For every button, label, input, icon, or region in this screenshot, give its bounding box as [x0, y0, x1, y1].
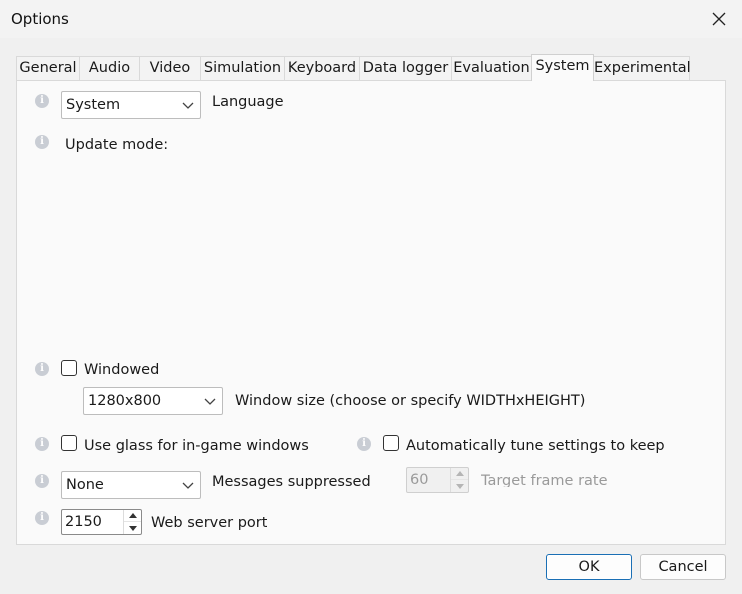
language-label: Language [212, 94, 284, 110]
tab-simulation[interactable]: Simulation [200, 56, 285, 80]
caret-down-icon [128, 525, 137, 531]
caret-up-icon [455, 471, 464, 476]
web-port-value: 2150 [65, 514, 102, 530]
auto-tune-label: Automatically tune settings to keep [406, 438, 665, 453]
tab-system[interactable]: System [531, 54, 594, 81]
options-dialog: Options General Audio Video Simulation K… [0, 0, 742, 594]
language-select-value: System [66, 97, 121, 113]
frame-rate-spinner[interactable]: 60 [406, 467, 469, 493]
tab-evaluation[interactable]: Evaluation [451, 56, 532, 80]
messages-label: Messages suppressed [212, 474, 371, 490]
update-mode-label: Update mode: [65, 137, 169, 152]
spin-up-button[interactable] [451, 468, 468, 480]
ok-button[interactable]: OK [546, 554, 632, 580]
info-icon[interactable]: i [35, 362, 49, 376]
info-icon[interactable]: i [35, 474, 49, 488]
tab-video[interactable]: Video [139, 56, 201, 80]
spin-down-button[interactable] [124, 522, 141, 534]
window-size-label: Window size (choose or specify WIDTHxHEI… [235, 393, 586, 408]
caret-up-icon [128, 513, 137, 518]
tab-audio[interactable]: Audio [79, 56, 140, 80]
window-size-select[interactable]: 1280x800 [83, 387, 223, 415]
web-port-spinner[interactable]: 2150 [61, 509, 142, 535]
messages-select[interactable]: None [61, 471, 201, 499]
frame-rate-label: Target frame rate [481, 473, 608, 487]
chevron-down-icon [182, 102, 194, 109]
windowed-label: Windowed [84, 362, 160, 378]
info-icon[interactable]: i [35, 135, 49, 149]
window-title: Options [11, 10, 69, 28]
spin-down-button[interactable] [451, 480, 468, 492]
title-bar: Options [0, 0, 742, 38]
window-size-value: 1280x800 [88, 393, 162, 409]
spin-up-button[interactable] [124, 510, 141, 522]
info-icon[interactable]: i [357, 437, 371, 451]
close-button[interactable] [700, 2, 738, 36]
auto-tune-checkbox[interactable] [383, 435, 399, 451]
glass-checkbox[interactable] [61, 435, 77, 451]
messages-select-value: None [66, 477, 104, 493]
glass-label: Use glass for in-game windows [84, 438, 309, 453]
info-icon[interactable]: i [35, 437, 49, 451]
info-icon[interactable]: i [35, 511, 49, 525]
close-icon [712, 12, 726, 26]
spinner-arrows [450, 468, 468, 492]
chevron-down-icon [204, 398, 216, 405]
chevron-down-icon [182, 482, 194, 489]
cancel-button[interactable]: Cancel [640, 554, 726, 580]
caret-down-icon [455, 483, 464, 489]
web-port-label: Web server port [151, 515, 268, 530]
tab-data-logger[interactable]: Data logger [359, 56, 452, 80]
tab-experimental[interactable]: Experimental [593, 56, 691, 80]
spinner-arrows [123, 510, 141, 534]
windowed-checkbox[interactable] [61, 360, 77, 376]
language-select[interactable]: System [61, 91, 201, 119]
frame-rate-value: 60 [410, 472, 429, 488]
tab-keyboard[interactable]: Keyboard [284, 56, 360, 80]
tab-general[interactable]: General [16, 56, 80, 80]
info-icon[interactable]: i [35, 94, 49, 108]
